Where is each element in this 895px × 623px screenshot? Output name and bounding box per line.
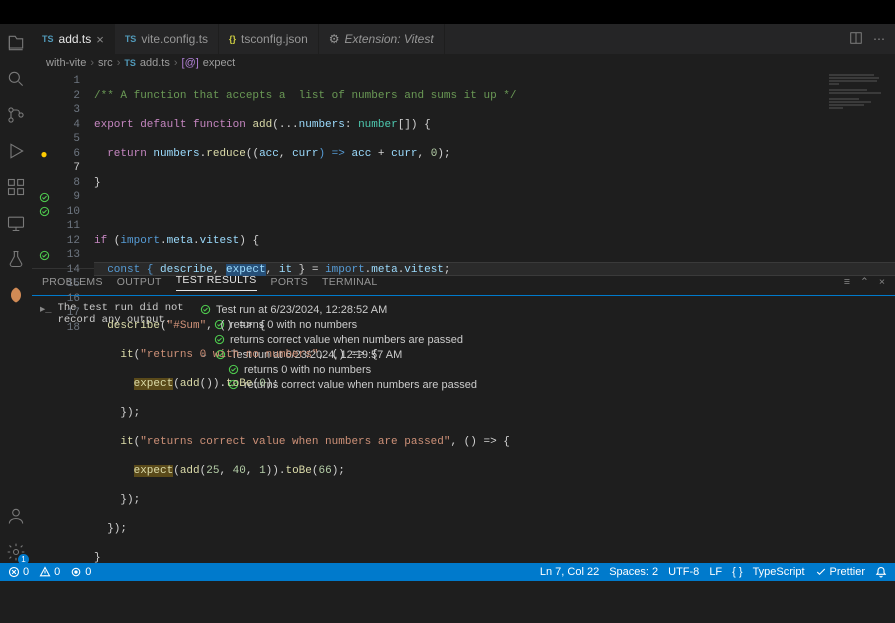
explorer-icon[interactable]: [5, 32, 27, 54]
typescript-icon: TS: [42, 34, 54, 44]
settings-gear-icon[interactable]: 1: [5, 541, 27, 563]
tab-label: add.ts: [59, 32, 92, 46]
tab-add-ts[interactable]: TS add.ts ×: [32, 24, 115, 54]
code-content[interactable]: /** A function that accepts a list of nu…: [80, 72, 895, 268]
close-icon[interactable]: ×: [96, 32, 104, 47]
gitlens-icon[interactable]: [5, 284, 27, 306]
status-warnings[interactable]: 0: [39, 566, 60, 578]
search-icon[interactable]: [5, 68, 27, 90]
line-numbers: 123456789101112131415161718: [56, 72, 80, 268]
macos-title-bar: [0, 0, 895, 24]
tab-extension-vitest[interactable]: ⚙ Extension: Vitest: [319, 24, 445, 54]
status-ports[interactable]: 0: [70, 566, 91, 578]
typescript-icon: TS: [125, 34, 137, 44]
test-pass-icon[interactable]: [39, 250, 50, 261]
breadcrumb[interactable]: with-vite› src› TS add.ts› [@] expect: [32, 54, 895, 72]
source-control-icon[interactable]: [5, 104, 27, 126]
split-editor-icon[interactable]: [849, 31, 863, 48]
code-editor[interactable]: ● 123456789101112131415161718 /** A func…: [32, 72, 895, 268]
minimap[interactable]: [829, 74, 889, 114]
tab-label: Extension: Vitest: [345, 32, 434, 46]
test-pass-icon[interactable]: [39, 206, 50, 217]
tab-tsconfig[interactable]: {} tsconfig.json: [219, 24, 319, 54]
lightbulb-icon[interactable]: ●: [40, 147, 47, 161]
symbol-icon: [@]: [182, 57, 199, 69]
testing-icon[interactable]: [5, 248, 27, 270]
tab-label: tsconfig.json: [241, 32, 308, 46]
remote-icon[interactable]: [5, 212, 27, 234]
tab-label: vite.config.ts: [141, 32, 208, 46]
accounts-icon[interactable]: [5, 505, 27, 527]
extension-icon: ⚙: [329, 32, 340, 46]
editor-tabs: TS add.ts × TS vite.config.ts {} tsconfi…: [32, 24, 895, 54]
activity-bar: 1: [0, 24, 32, 563]
breadcrumb-root[interactable]: with-vite: [46, 57, 86, 69]
more-icon[interactable]: ⋯: [873, 32, 885, 46]
status-errors[interactable]: 0: [8, 566, 29, 578]
typescript-icon: TS: [124, 58, 136, 68]
json-icon: {}: [229, 34, 236, 44]
run-debug-icon[interactable]: [5, 140, 27, 162]
gutter: ●: [32, 72, 56, 268]
test-pass-icon[interactable]: [39, 192, 50, 203]
breadcrumb-folder[interactable]: src: [98, 57, 113, 69]
extensions-icon[interactable]: [5, 176, 27, 198]
breadcrumb-file[interactable]: add.ts: [140, 57, 170, 69]
breadcrumb-symbol[interactable]: expect: [203, 57, 235, 69]
tab-vite-config[interactable]: TS vite.config.ts: [115, 24, 219, 54]
